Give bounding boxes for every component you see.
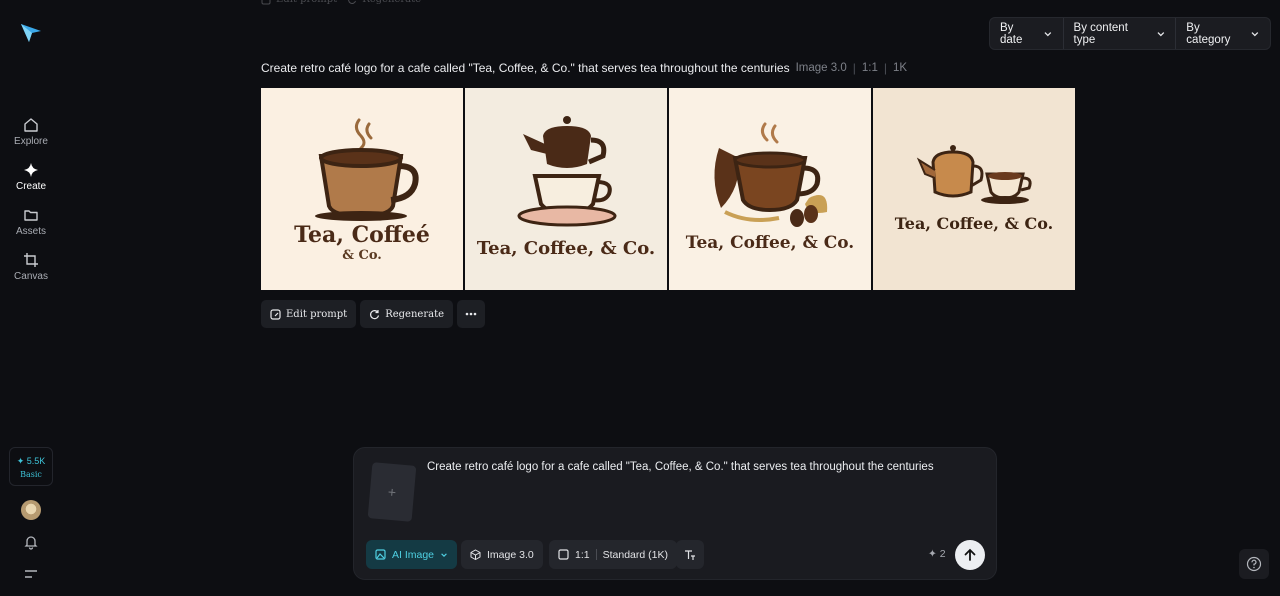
plan-label: Basic	[20, 470, 42, 479]
sidebar-item-assets[interactable]: Assets	[0, 207, 62, 237]
sidebar-item-canvas[interactable]: Canvas	[0, 252, 62, 282]
model-label: Image 3.0	[487, 548, 534, 561]
home-icon	[24, 118, 38, 132]
filter-by-category[interactable]: By category	[1175, 18, 1270, 49]
add-reference-image-button[interactable]: +	[367, 462, 417, 522]
result-header: Create retro café logo for a cafe called…	[261, 61, 907, 75]
teapot-cup-illustration	[517, 116, 617, 227]
arrow-up-icon	[964, 548, 976, 561]
sidebar-item-label: Assets	[15, 226, 46, 237]
refresh-icon	[370, 309, 380, 319]
generated-image-3[interactable]: Tea, Coffee, & Co.	[669, 88, 871, 290]
filter-bar: By date By content type By category	[989, 17, 1271, 50]
brand-logo-icon[interactable]	[20, 22, 42, 44]
mode-label: AI Image	[392, 548, 435, 561]
star-icon: ✦	[928, 548, 937, 560]
ratio-label: 1:1	[575, 548, 590, 561]
image-mode-icon	[375, 549, 386, 560]
sidebar-item-label: Explore	[14, 136, 48, 147]
sidebar-item-create[interactable]: Create	[0, 162, 62, 192]
sidebar: Explore Create Assets Canvas ✦ 5.5K Basi…	[0, 0, 62, 596]
image-logo-text: Tea, Coffee, & Co.	[476, 238, 656, 259]
chevron-down-icon	[1044, 31, 1052, 36]
prompt-composer: + Create retro café logo for a cafe call…	[353, 447, 997, 580]
chevron-down-icon	[1251, 31, 1259, 36]
cost-value: 2	[939, 548, 946, 560]
divider	[595, 549, 597, 560]
more-icon[interactable]: ···	[431, 0, 441, 5]
folder-icon	[24, 210, 38, 221]
help-button[interactable]	[1239, 549, 1269, 579]
more-options-button[interactable]	[457, 300, 486, 328]
prompt-input[interactable]: Create retro café logo for a cafe called…	[427, 461, 934, 473]
filter-label: By content type	[1073, 21, 1128, 46]
chevron-down-icon	[1157, 31, 1164, 36]
mode-selector[interactable]: AI Image	[366, 540, 458, 569]
generated-image-1[interactable]: Tea, Coffeé & Co.	[261, 88, 463, 290]
image-logo-text: Tea, Coffee, & Co.	[894, 214, 1054, 233]
result-prompt: Create retro café logo for a cafe called…	[261, 61, 790, 75]
sidebar-item-explore[interactable]: Explore	[0, 117, 62, 147]
edit-prompt-label: Edit prompt	[286, 308, 348, 320]
regenerate-button[interactable]: Regenerate	[360, 300, 454, 328]
star-icon: ✦	[16, 456, 25, 466]
text-format-icon	[685, 549, 695, 560]
edit-prompt-button[interactable]: Edit prompt	[261, 300, 357, 328]
image-logo-text: Tea, Coffeé	[294, 222, 430, 248]
result-actions: Edit prompt Regenerate	[261, 300, 486, 328]
teapot-cup-small-illustration	[916, 145, 1032, 204]
app-root: Explore Create Assets Canvas ✦ 5.5K Basi…	[0, 0, 1280, 596]
question-icon	[1246, 556, 1262, 572]
cube-icon	[470, 549, 481, 560]
edit-icon	[270, 308, 281, 320]
cup-beans-illustration	[714, 122, 828, 227]
menu-icon[interactable]	[23, 566, 39, 582]
ratio-quality-selector[interactable]: 1:1 Standard (1K)	[549, 540, 677, 569]
avatar[interactable]	[21, 500, 41, 520]
bell-icon[interactable]	[23, 534, 39, 550]
sidebar-item-label: Canvas	[14, 271, 48, 282]
regenerate-button[interactable]: Regenerate	[347, 0, 421, 5]
divider: |	[883, 61, 888, 75]
generation-cost: ✦ 2	[928, 548, 946, 560]
regenerate-label: Regenerate	[362, 0, 421, 5]
image-logo-text: Tea, Coffee, & Co.	[685, 233, 855, 253]
filter-label: By category	[1186, 21, 1231, 46]
credits-badge[interactable]: ✦ 5.5K Basic	[9, 447, 53, 486]
refresh-icon	[348, 0, 357, 4]
image-logo-subtext: & Co.	[342, 248, 382, 263]
generated-image-2[interactable]: Tea, Coffee, & Co.	[465, 88, 667, 290]
divider: |	[852, 61, 856, 75]
chevron-down-icon	[441, 552, 447, 557]
filter-by-date[interactable]: By date	[990, 18, 1063, 49]
more-icon	[465, 312, 477, 316]
quality-label: Standard (1K)	[602, 548, 668, 561]
edit-prompt-label: Edit prompt	[276, 0, 337, 5]
credits-amount: 5.5K	[26, 456, 46, 466]
filter-by-content-type[interactable]: By content type	[1062, 18, 1176, 49]
image-grid: Tea, Coffeé & Co. Tea, Coffee, & Co. Tea…	[261, 88, 1075, 290]
edit-icon	[261, 0, 271, 4]
send-button[interactable]	[955, 540, 985, 570]
edit-prompt-button[interactable]: Edit prompt	[261, 0, 337, 5]
regenerate-label: Regenerate	[385, 308, 445, 320]
filter-label: By date	[1000, 21, 1023, 46]
crop-icon	[24, 253, 38, 267]
result-resolution: 1K	[893, 62, 908, 74]
plus-icon: +	[387, 483, 397, 501]
result-ratio: 1:1	[861, 62, 878, 74]
previous-result-actions: Edit prompt Regenerate ···	[261, 0, 441, 5]
model-selector[interactable]: Image 3.0	[461, 540, 543, 569]
generated-image-4[interactable]: Tea, Coffee, & Co.	[873, 88, 1075, 290]
sparkle-icon	[24, 163, 38, 177]
text-style-button[interactable]	[676, 540, 704, 569]
sidebar-item-label: Create	[15, 181, 46, 192]
result-model: Image 3.0	[795, 62, 847, 74]
aspect-ratio-icon	[558, 549, 569, 560]
